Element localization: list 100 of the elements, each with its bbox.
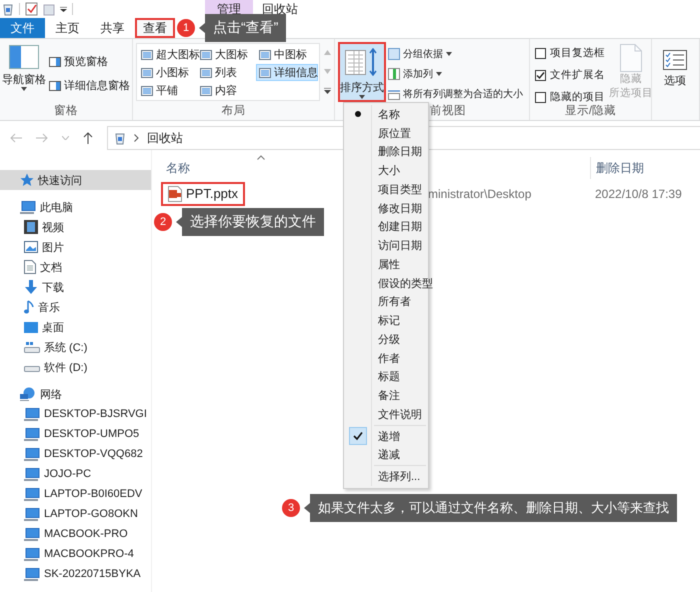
nav-item[interactable]: DESKTOP-VQQ682 bbox=[0, 444, 151, 464]
column-header[interactable]: 删除日期 bbox=[590, 157, 700, 179]
nav-item[interactable]: LAPTOP-B0I60EDV bbox=[0, 484, 151, 504]
menu-item[interactable]: 选择列... bbox=[372, 469, 420, 484]
menu-item[interactable]: 名称 bbox=[372, 106, 400, 122]
layout-option[interactable]: 小图标 bbox=[138, 64, 197, 81]
recycle-bin-icon bbox=[114, 131, 126, 145]
layout-option[interactable]: 中图标 bbox=[256, 46, 318, 63]
document-icon bbox=[620, 44, 642, 72]
view-command[interactable]: 添加列 bbox=[388, 67, 442, 81]
caret-icon bbox=[359, 95, 365, 99]
breadcrumb[interactable]: 回收站 bbox=[147, 130, 183, 146]
group-label: 窗格 bbox=[53, 104, 79, 119]
callout-tooltip: 如果文件太多，可以通过文件名称、删除日期、大小等来查找 bbox=[304, 494, 677, 522]
pane-button[interactable]: 详细信息窗格 bbox=[49, 78, 130, 93]
pane-icon bbox=[49, 80, 61, 90]
caret-icon bbox=[21, 87, 27, 91]
pane-layout-icon bbox=[9, 45, 39, 69]
view-command[interactable]: 将所有列调整为合适的大小 bbox=[388, 87, 523, 101]
nav-item[interactable]: 此电脑 bbox=[0, 197, 151, 217]
nav-item[interactable]: 系统 (C:) bbox=[0, 337, 151, 357]
group-label: 前视图 bbox=[430, 104, 466, 119]
computer-icon bbox=[24, 408, 40, 420]
options-list-icon bbox=[663, 50, 687, 70]
file-tab[interactable]: 文件 bbox=[0, 18, 45, 38]
layout-option[interactable]: 超大图标 bbox=[138, 46, 197, 63]
nav-item[interactable]: 快速访问 bbox=[0, 170, 151, 190]
nav-item[interactable]: MACBOOKPRO-4 bbox=[0, 544, 151, 564]
checkbox[interactable] bbox=[535, 48, 546, 58]
menu-item[interactable]: 作者 bbox=[372, 350, 400, 366]
computer-icon bbox=[24, 428, 40, 440]
menu-item[interactable]: 标题 bbox=[372, 369, 400, 384]
table-cell-text: ministrator\Desktop bbox=[427, 187, 532, 201]
menu-item[interactable]: 原位置 bbox=[372, 126, 411, 141]
menu-item[interactable]: 所有者 bbox=[372, 294, 411, 310]
computer-icon bbox=[24, 448, 40, 460]
network-icon bbox=[20, 387, 36, 401]
nav-item[interactable]: 网络 bbox=[0, 384, 151, 404]
nav-item[interactable]: 视频 bbox=[0, 217, 151, 237]
nav-item[interactable]: SK-20220715BYKA bbox=[0, 564, 151, 584]
nav-item[interactable]: MACBOOK-PRO bbox=[0, 524, 151, 544]
computer-icon bbox=[24, 568, 40, 580]
menu-item[interactable]: 递减 bbox=[372, 447, 400, 462]
nav-item[interactable]: 桌面 bbox=[0, 317, 151, 337]
nav-item[interactable]: 文档 bbox=[0, 257, 151, 277]
nav-item[interactable]: 软件 (D:) bbox=[0, 357, 151, 377]
layout-option[interactable]: 平铺 bbox=[138, 82, 197, 99]
ribbon-tab[interactable]: 共享 bbox=[90, 18, 135, 38]
group-label: 显示/隐藏 bbox=[564, 104, 618, 119]
menu-item[interactable]: 假设的类型 bbox=[372, 276, 433, 291]
nav-item[interactable]: JOJO-PC bbox=[0, 464, 151, 484]
menu-item[interactable]: 项目类型 bbox=[372, 182, 422, 197]
checkbox[interactable] bbox=[535, 70, 546, 80]
options-button[interactable]: 选项 bbox=[655, 42, 695, 120]
nav-item[interactable]: 下载 bbox=[0, 277, 151, 297]
menu-item[interactable]: 递增 bbox=[372, 428, 400, 444]
monitor-icon bbox=[20, 200, 36, 214]
ribbon-tab[interactable]: 主页 bbox=[45, 18, 90, 38]
expand-gallery-icon[interactable] bbox=[324, 88, 331, 94]
menu-item[interactable]: 创建日期 bbox=[372, 219, 422, 234]
layout-option[interactable]: 列表 bbox=[197, 64, 256, 81]
sort-columns-icon bbox=[345, 48, 379, 76]
checked-document-icon[interactable] bbox=[25, 2, 38, 16]
callout-tooltip: 点击“查看” bbox=[199, 14, 286, 42]
menu-item[interactable]: 修改日期 bbox=[372, 200, 422, 216]
menu-item[interactable]: 大小 bbox=[372, 163, 400, 178]
checkbox-label: 项目复选框 bbox=[550, 46, 605, 60]
navigation-pane-button[interactable]: 导航窗格 bbox=[3, 42, 45, 104]
file-item[interactable]: PPT.pptx bbox=[163, 184, 244, 204]
presentation-file-icon bbox=[168, 186, 182, 202]
layout-option[interactable]: 详细信息 bbox=[256, 64, 318, 81]
nav-item[interactable]: 音乐 bbox=[0, 297, 151, 317]
up-icon[interactable] bbox=[83, 132, 93, 144]
menu-item[interactable]: 属性 bbox=[372, 256, 400, 272]
nav-item[interactable]: LAPTOP-GO8OKN bbox=[0, 504, 151, 524]
sort-by-button[interactable]: 排序方式 bbox=[338, 42, 386, 102]
view-command[interactable]: 分组依据 bbox=[388, 47, 452, 61]
checkbox[interactable] bbox=[535, 92, 546, 102]
checkbox-label: 隐藏的项目 bbox=[550, 90, 605, 104]
nav-item[interactable]: DESKTOP-UMPO5 bbox=[0, 424, 151, 444]
recycle-bin-icon[interactable] bbox=[2, 2, 14, 16]
pane-icon bbox=[49, 56, 61, 66]
dropdown-icon[interactable] bbox=[60, 6, 67, 12]
menu-item[interactable]: 标记 bbox=[372, 313, 400, 328]
layout-option[interactable]: 内容 bbox=[197, 82, 256, 99]
nav-item[interactable]: 图片 bbox=[0, 237, 151, 257]
view-icon bbox=[200, 68, 212, 78]
menu-item[interactable]: 文件说明 bbox=[372, 406, 422, 422]
view-icon bbox=[200, 50, 212, 60]
ribbon-tab[interactable]: 查看 bbox=[135, 18, 175, 38]
callout-tooltip: 选择你要恢复的文件 bbox=[176, 208, 324, 236]
menu-item[interactable]: 访问日期 bbox=[372, 238, 422, 254]
menu-item[interactable]: 备注 bbox=[372, 388, 400, 404]
nav-item[interactable]: DESKTOP-BJSRVGI bbox=[0, 404, 151, 424]
checkbox-label: 文件扩展名 bbox=[550, 68, 605, 82]
menu-item[interactable]: 分级 bbox=[372, 332, 400, 347]
group-label: 布局 bbox=[220, 104, 246, 119]
pane-button[interactable]: 预览窗格 bbox=[49, 54, 130, 69]
view-icon bbox=[259, 68, 271, 78]
film-icon bbox=[24, 220, 38, 234]
